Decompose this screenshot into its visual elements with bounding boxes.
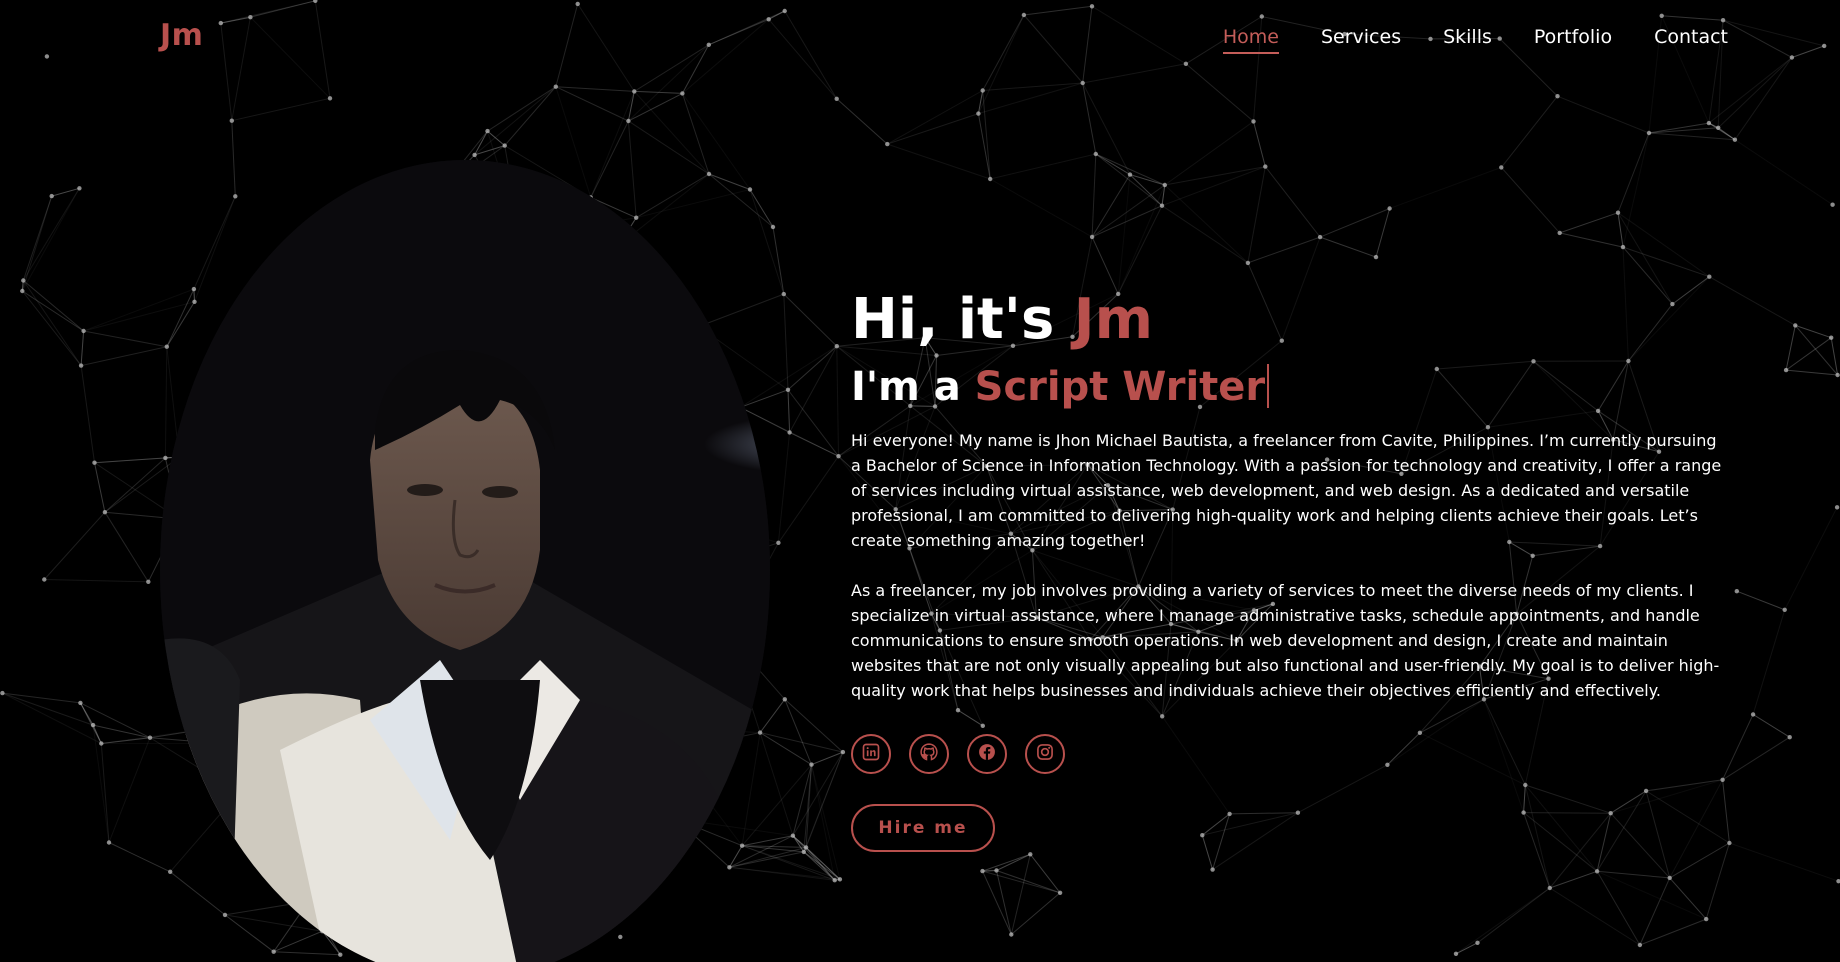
profile-photo: [160, 160, 770, 962]
logo[interactable]: Jm: [160, 18, 203, 53]
linkedin-link[interactable]: [851, 734, 891, 774]
social-links: [851, 734, 1731, 774]
page: Jm Home Services Skills Portfolio Contac…: [0, 0, 1840, 962]
instagram-icon: [1035, 742, 1055, 766]
main-nav: Home Services Skills Portfolio Contact: [1222, 26, 1728, 54]
hire-me-button[interactable]: Hire me: [851, 804, 995, 852]
hero-heading: Hi, it's Jm: [851, 284, 1731, 356]
nav-skills[interactable]: Skills: [1443, 26, 1492, 54]
nav-home[interactable]: Home: [1222, 26, 1279, 54]
hero-name: Jm: [1073, 287, 1153, 352]
nav-contact[interactable]: Contact: [1654, 26, 1728, 54]
site-header: Jm Home Services Skills Portfolio Contac…: [0, 0, 1840, 80]
nav-portfolio[interactable]: Portfolio: [1534, 26, 1612, 54]
typed-role: Script Writer: [974, 364, 1266, 410]
facebook-icon: [977, 742, 997, 766]
hero-role-line: I'm a Script Writer: [851, 360, 1731, 414]
linkedin-icon: [861, 742, 881, 766]
hero-section: Hi, it's Jm I'm a Script Writer Hi every…: [851, 284, 1731, 852]
facebook-link[interactable]: [967, 734, 1007, 774]
github-link[interactable]: [909, 734, 949, 774]
github-icon: [919, 742, 939, 766]
job-paragraph: As a freelancer, my job involves providi…: [851, 581, 1720, 700]
typing-caret: [1267, 364, 1270, 408]
nav-services[interactable]: Services: [1321, 26, 1401, 54]
role-prefix: I'm a: [851, 364, 975, 410]
intro-paragraph: Hi everyone! My name is Jhon Michael Bau…: [851, 431, 1722, 550]
instagram-link[interactable]: [1025, 734, 1065, 774]
hero-greeting: Hi, it's: [851, 287, 1074, 352]
